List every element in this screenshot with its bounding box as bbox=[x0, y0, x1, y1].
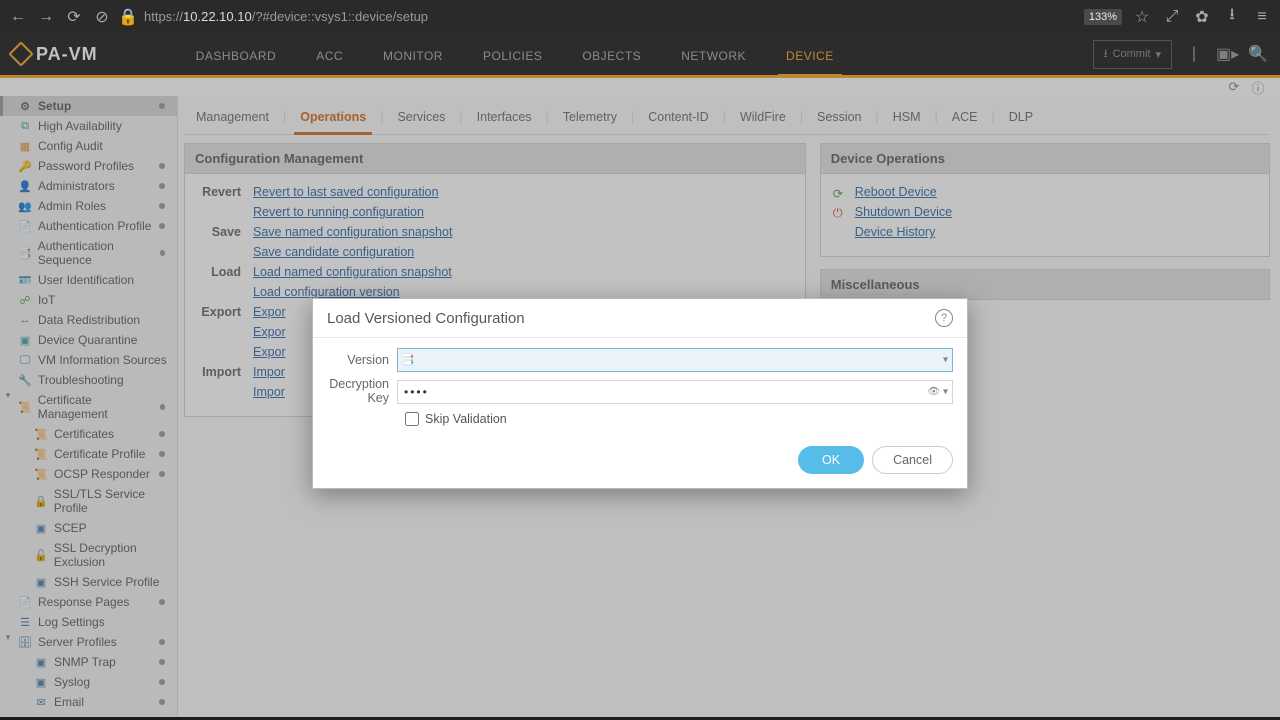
zoom-level[interactable]: 133% bbox=[1084, 9, 1122, 25]
lock-icon: 🔒 bbox=[118, 7, 138, 27]
decryption-label: Decryption Key bbox=[327, 378, 397, 406]
help-icon[interactable]: ? bbox=[935, 309, 953, 327]
modal-load-versioned-config: Load Versioned Configuration ? Version 📑… bbox=[312, 298, 968, 489]
star-icon[interactable]: ☆ bbox=[1132, 7, 1152, 27]
reload-icon[interactable]: ⟳ bbox=[64, 7, 84, 27]
expand-icon[interactable]: ⤢ bbox=[1162, 7, 1182, 27]
menu-icon[interactable]: ≡ bbox=[1252, 7, 1272, 27]
shield-icon: ⊘ bbox=[92, 7, 112, 27]
url[interactable]: https://10.22.10.10/?#device::vsys1::dev… bbox=[144, 9, 428, 24]
modal-title: Load Versioned Configuration bbox=[327, 310, 525, 327]
back-icon[interactable]: ← bbox=[8, 7, 28, 27]
version-select[interactable] bbox=[397, 348, 953, 372]
forward-icon[interactable]: → bbox=[36, 7, 56, 27]
version-label: Version bbox=[327, 353, 397, 367]
skip-validation-checkbox[interactable] bbox=[405, 412, 419, 426]
cancel-button[interactable]: Cancel bbox=[872, 446, 953, 474]
extension-icon[interactable]: ✿ bbox=[1192, 7, 1212, 27]
skip-validation-label: Skip Validation bbox=[425, 412, 507, 426]
ok-button[interactable]: OK bbox=[798, 446, 864, 474]
version-icon: 📑 bbox=[401, 354, 415, 367]
decryption-key-input[interactable] bbox=[397, 380, 953, 404]
download-icon[interactable]: ⭳ bbox=[1222, 7, 1242, 27]
browser-bar: ← → ⟳ ⊘ 🔒 https://10.22.10.10/?#device::… bbox=[0, 0, 1280, 33]
